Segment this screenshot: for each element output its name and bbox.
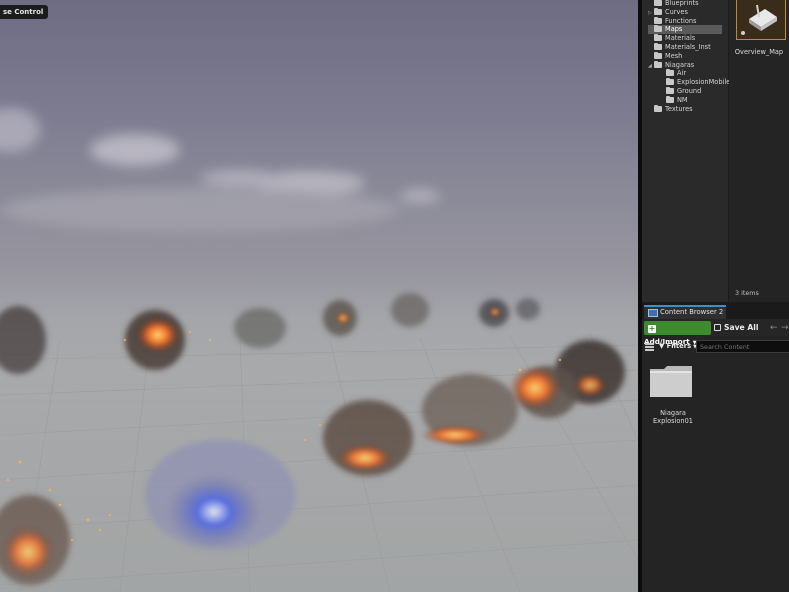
forward-arrow-icon[interactable]: → (781, 321, 789, 335)
save-icon (714, 324, 721, 331)
content-browser-2: Content Browser 2 +Add/Import ▼ Save All … (642, 303, 789, 592)
folder-icon (654, 104, 662, 112)
save-all-button[interactable]: Save All (714, 321, 758, 335)
level-viewport[interactable]: se Control (0, 0, 638, 592)
tab-bar: Content Browser 2 (642, 303, 789, 319)
folder-label: Materials (665, 34, 696, 43)
folder-item[interactable]: Mesh (648, 51, 722, 61)
folder-item[interactable]: ◢ Niagaras (648, 60, 722, 70)
folder-label: Textures (665, 104, 693, 113)
folder-label: Air (677, 69, 687, 78)
content-browser-icon (648, 309, 658, 317)
items-count: 3 items (735, 289, 759, 297)
plus-icon: + (648, 324, 656, 333)
folder-icon (654, 51, 662, 59)
viewport-scene (0, 108, 638, 592)
folder-item[interactable]: Air (660, 69, 722, 78)
add-import-button[interactable]: +Add/Import ▼ (644, 321, 711, 346)
back-arrow-icon[interactable]: ← (770, 321, 778, 335)
folder-label: Curves (665, 7, 688, 16)
folder-icon (666, 69, 674, 77)
folder-item[interactable]: Materials (648, 34, 722, 43)
folder-item[interactable]: ExplosionMobile (660, 78, 730, 87)
content-browser-panel: Blueprints ▷ Curves Functions Maps Materials M… (638, 0, 789, 592)
folder-icon (654, 0, 662, 6)
toolbar: +Add/Import ▼ Save All ← → (642, 320, 789, 346)
tab-content-browser-2[interactable]: Content Browser 2 (644, 305, 726, 319)
filters-button[interactable]: ▼ Filters▼ (659, 340, 697, 353)
folder-item[interactable]: Maps (648, 25, 722, 35)
filters-label: Filters (666, 342, 692, 350)
search-input[interactable] (696, 340, 789, 353)
folder-label: Ground (677, 87, 702, 95)
folder-label: Blueprints (665, 0, 699, 7)
map-asset-icon (737, 0, 785, 39)
sources-toggle-icon[interactable] (645, 342, 654, 351)
folder-item[interactable]: Textures (648, 104, 722, 114)
explosion-effects (0, 293, 638, 592)
folder-tree: Blueprints ▷ Curves Functions Maps Materials M… (642, 0, 730, 302)
folder-icon (654, 43, 662, 50)
folder-label: NM (677, 95, 688, 104)
folder-icon (666, 87, 674, 94)
folder-label: Mesh (665, 51, 683, 60)
folder-item[interactable]: Functions (648, 16, 722, 26)
folder-item[interactable]: NM (660, 95, 722, 105)
clouds (0, 108, 440, 232)
tab-label: Content Browser 2 (660, 308, 724, 316)
folder-label: Maps (665, 25, 683, 34)
folder-item[interactable]: Ground (660, 87, 722, 96)
folder-item[interactable]: Blueprints (648, 0, 722, 8)
folder-icon (654, 60, 662, 68)
niagara-explosion-label: Niagara Explosion01 (653, 409, 693, 425)
filter-bar: ▼ Filters▼ (642, 339, 789, 354)
folder-icon (666, 95, 674, 103)
folder-icon (650, 366, 692, 397)
folder-icon (654, 16, 662, 24)
folder-icon (654, 34, 662, 42)
overview-map-thumbnail[interactable] (736, 0, 786, 40)
folder-label: ExplosionMobile (677, 78, 731, 87)
filter-icon: ▼ (659, 342, 665, 350)
folder-icon (666, 78, 674, 86)
asset-view: Overview_Map 3 items (729, 0, 789, 302)
viewport-control-label[interactable]: se Control (0, 5, 49, 19)
folder-label: Materials_Inst (665, 43, 711, 51)
overview-map-label: Overview_Map (734, 48, 784, 56)
folder-label: Niagaras (665, 60, 695, 69)
folder-item[interactable]: Materials_Inst (648, 43, 722, 52)
folder-icon (654, 25, 662, 33)
save-all-label: Save All (724, 323, 759, 332)
folder-icon (654, 7, 662, 15)
folder-label: Functions (665, 16, 697, 25)
folder-item[interactable]: ▷ Curves (648, 7, 722, 17)
